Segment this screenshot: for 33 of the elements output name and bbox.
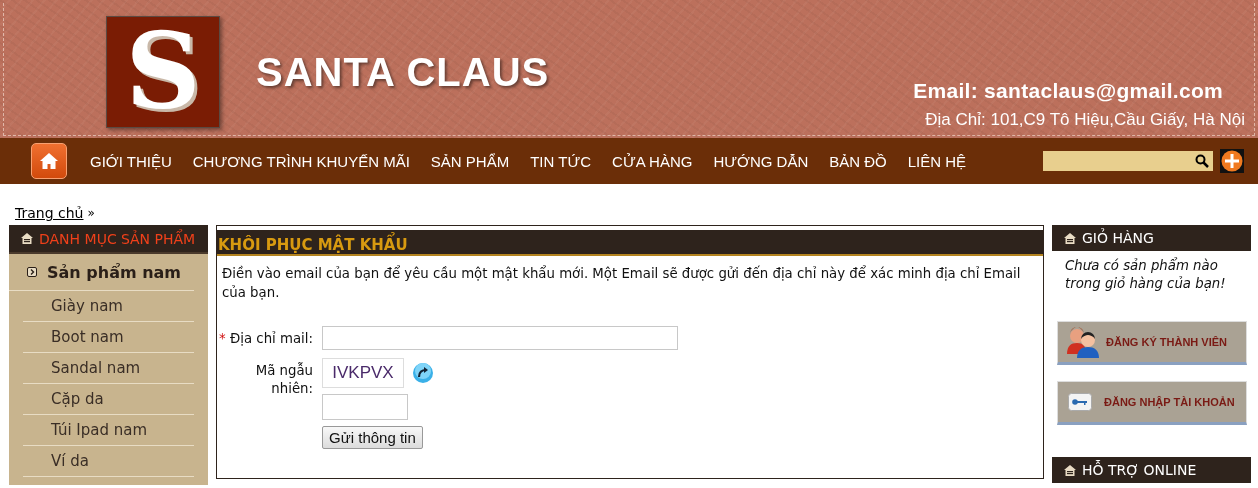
field-label: Mã ngẫu nhiên: bbox=[255, 363, 313, 396]
field-label: Địa chỉ mail: bbox=[230, 331, 313, 346]
register-button[interactable]: ĐĂNG KÝ THÀNH VIÊN bbox=[1057, 321, 1247, 365]
nav-link[interactable]: GIỚI THIỆU bbox=[81, 152, 181, 170]
contact-address: Địa Chỉ: 101,C9 Tô Hiệu,Cầu Giấy, Hà Nội bbox=[925, 110, 1245, 130]
nav-link[interactable]: CỬA HÀNG bbox=[603, 152, 702, 170]
nav-link[interactable]: LIÊN HỆ bbox=[898, 152, 976, 170]
subcategory-item[interactable]: Giày nam bbox=[23, 291, 194, 322]
sidebar-title: DANH MỤC SẢN PHẨM bbox=[39, 230, 196, 247]
nav-link[interactable]: CHƯƠNG TRÌNH KHUYẾN MÃI bbox=[183, 152, 419, 170]
sidebar-title: GIỎ HÀNG bbox=[1082, 230, 1154, 246]
submit-button[interactable]: Gửi thông tin bbox=[322, 426, 423, 449]
required-marker: * bbox=[219, 331, 226, 346]
breadcrumb-link[interactable]: Trang chủ bbox=[15, 205, 84, 221]
subcategory-item[interactable]: Sandal nam bbox=[23, 353, 194, 384]
captcha-code: IVKPVX bbox=[322, 358, 404, 388]
subcategory-item[interactable]: Ví da bbox=[23, 446, 194, 477]
breadcrumb-separator: » bbox=[87, 206, 95, 220]
site-name: SANTA CLAUS bbox=[256, 50, 550, 95]
logo: S bbox=[106, 16, 220, 128]
contact-email: Email: santaclaus@gmail.com bbox=[913, 79, 1223, 103]
nav-link[interactable]: TIN TỨC bbox=[521, 152, 601, 170]
intro-text: Điền vào email của bạn để yêu cầu một mật khẩu mới. Một Email sẽ được gửi đến địa chỉ này để xác minh địa chỉ Email của bạn. bbox=[222, 264, 1022, 302]
empty-cart-text: Chưa có sản phẩm nào trong giỏ hàng của bạn! bbox=[1065, 258, 1226, 291]
nav-link[interactable]: SẢN PHẨM bbox=[421, 152, 519, 170]
subcategory-item[interactable]: Cặp da bbox=[23, 384, 194, 415]
login-button[interactable]: ĐĂNG NHẬP TÀI KHOẢN bbox=[1057, 381, 1247, 425]
nav-link[interactable]: BẢN ĐỒ bbox=[820, 152, 896, 170]
subcategory-item[interactable]: Túi Ipad nam bbox=[23, 415, 194, 446]
category-item[interactable]: Sản phẩm nam bbox=[9, 254, 194, 291]
subcategory-item[interactable]: Boot nam bbox=[23, 322, 194, 353]
sidebar-title: HỖ TRỢ ONLINE bbox=[1082, 462, 1197, 478]
nav-link[interactable]: HƯỚNG DẪN bbox=[704, 152, 818, 170]
